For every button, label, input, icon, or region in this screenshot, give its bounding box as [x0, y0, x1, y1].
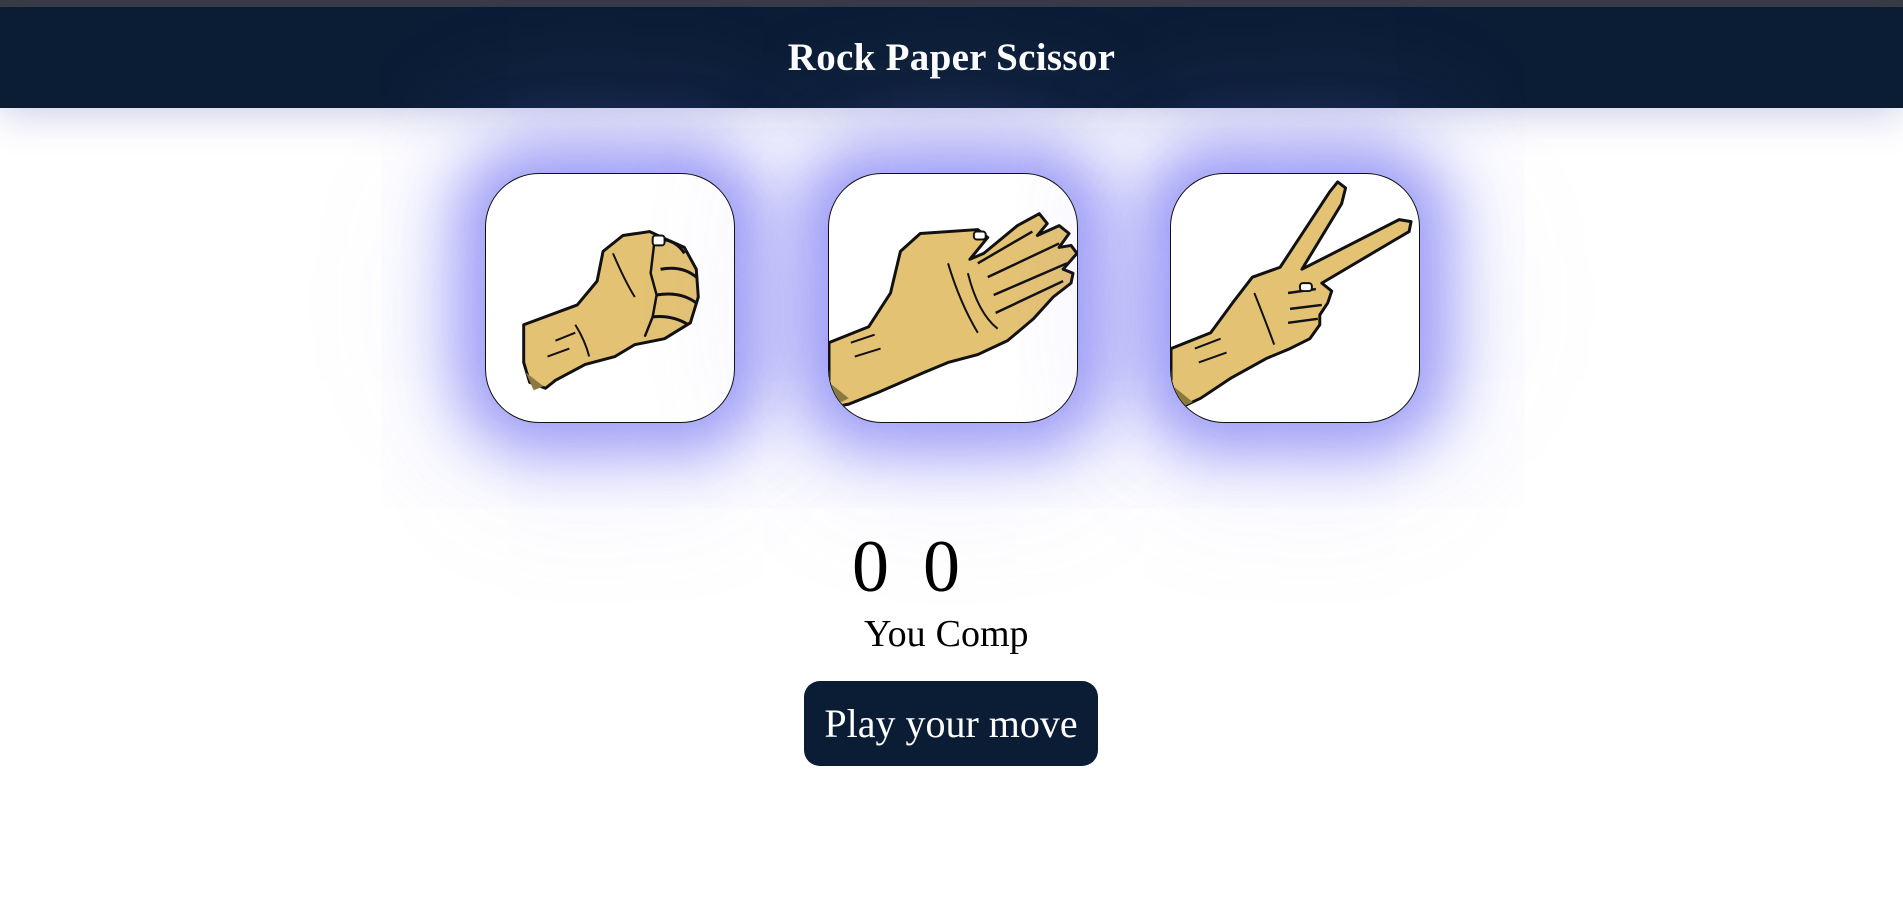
choice-rock[interactable] — [485, 173, 735, 423]
user-score: 0 — [852, 526, 889, 608]
message-box: Play your move — [804, 681, 1098, 766]
scissor-hand-icon — [1171, 180, 1413, 414]
choice-scissor[interactable] — [1170, 173, 1420, 423]
comp-score: 0 — [923, 526, 960, 608]
rock-hand-icon — [522, 230, 700, 391]
comp-label: Comp — [935, 613, 1029, 655]
scoreboard: 0 0 — [852, 523, 960, 611]
choice-paper[interactable] — [828, 173, 1078, 423]
page-title: Rock Paper Scissor — [787, 36, 1116, 79]
score-labels: You Comp — [864, 612, 1029, 656]
header-bar: Rock Paper Scissor — [0, 7, 1903, 108]
browser-top-strip — [0, 0, 1903, 7]
paper-hand-icon — [829, 212, 1077, 410]
user-label: You — [864, 613, 926, 655]
